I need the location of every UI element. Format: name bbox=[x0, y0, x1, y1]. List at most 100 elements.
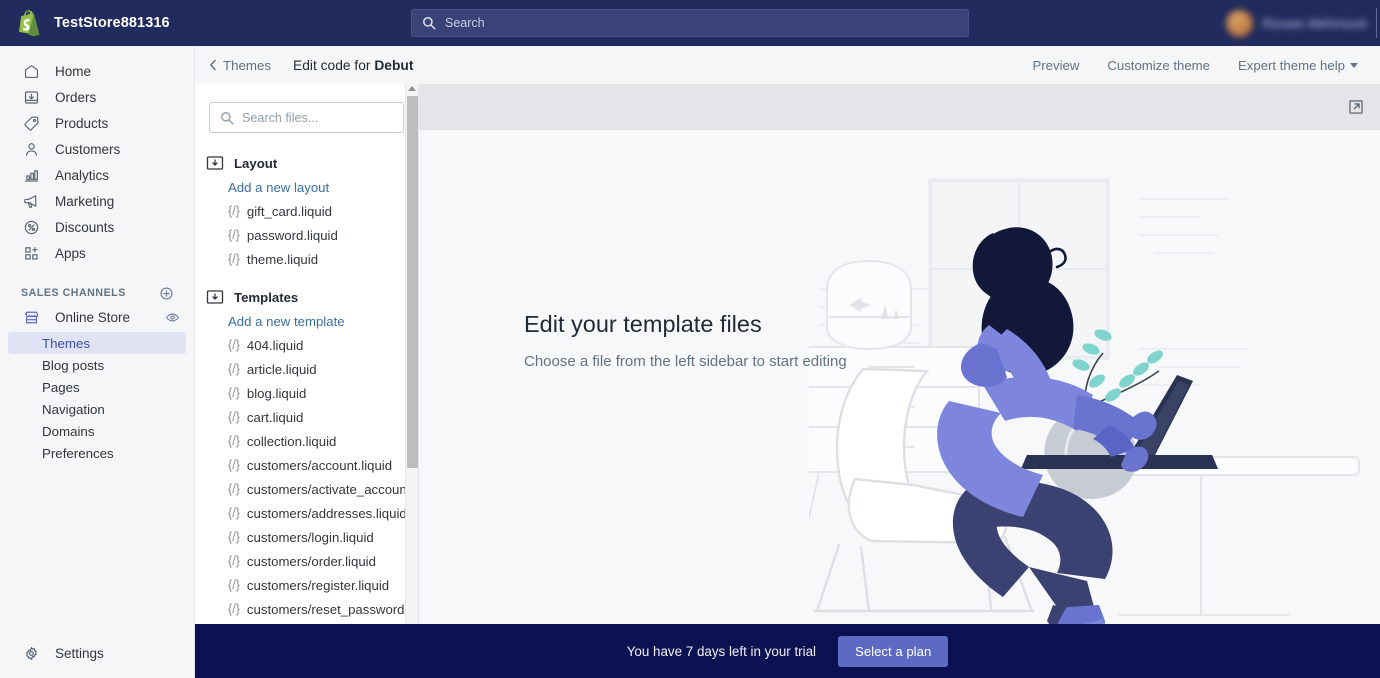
sidebar-item-settings[interactable]: Settings bbox=[8, 640, 187, 666]
sidebar-item-orders[interactable]: Orders bbox=[8, 84, 186, 110]
file-row[interactable]: {/} customers/account.liquid bbox=[195, 453, 418, 477]
file-name: customers/login.liquid bbox=[246, 529, 374, 545]
file-name: customers/addresses.liquid bbox=[246, 505, 407, 521]
folder-label: Layout bbox=[234, 155, 278, 171]
liquid-file-icon: {/} bbox=[228, 434, 240, 448]
add-new-template-link[interactable]: Add a new template bbox=[195, 309, 418, 333]
liquid-file-icon: {/} bbox=[228, 458, 240, 472]
search-placeholder: Search bbox=[445, 16, 485, 30]
customers-person-icon bbox=[21, 139, 41, 159]
chevron-down-icon bbox=[1350, 62, 1358, 68]
expand-external-icon[interactable] bbox=[1344, 95, 1368, 119]
folder-layout[interactable]: Layout bbox=[195, 151, 418, 175]
sales-channels-header: SALES CHANNELS bbox=[0, 282, 194, 304]
products-tag-icon bbox=[21, 113, 41, 133]
customize-theme-button[interactable]: Customize theme bbox=[1107, 58, 1210, 73]
liquid-file-icon: {/} bbox=[228, 386, 240, 400]
sidebar-item-products[interactable]: Products bbox=[8, 110, 186, 136]
file-row[interactable]: {/} collection.liquid bbox=[195, 429, 418, 453]
main-navigation: Home Orders Products Customers Analytics… bbox=[0, 46, 195, 678]
sidebar-item-themes[interactable]: Themes bbox=[8, 332, 186, 354]
expert-theme-help-menu[interactable]: Expert theme help bbox=[1238, 58, 1358, 73]
sidebar-item-label: Discounts bbox=[55, 219, 115, 235]
chevron-left-icon bbox=[208, 59, 218, 71]
scroll-up-arrow-icon[interactable] bbox=[408, 86, 416, 91]
preview-button[interactable]: Preview bbox=[1032, 58, 1079, 73]
sidebar-item-preferences[interactable]: Preferences bbox=[8, 442, 186, 464]
file-name: customers/activate_account.li bbox=[246, 481, 419, 497]
sidebar-item-domains[interactable]: Domains bbox=[8, 420, 186, 442]
file-row[interactable]: {/} customers/login.liquid bbox=[195, 525, 418, 549]
global-search[interactable]: Search bbox=[411, 9, 969, 37]
sidebar-item-home[interactable]: Home bbox=[8, 58, 186, 84]
file-row[interactable]: {/} blog.liquid bbox=[195, 381, 418, 405]
file-row[interactable]: {/} customers/register.liquid bbox=[195, 573, 418, 597]
sidebar-subitem-label: Blog posts bbox=[42, 357, 105, 373]
avatar bbox=[1225, 9, 1253, 37]
sidebar-item-discounts[interactable]: Discounts bbox=[8, 214, 186, 240]
profile-name: Rizwan Mehmood bbox=[1261, 15, 1366, 31]
sidebar-item-blog-posts[interactable]: Blog posts bbox=[8, 354, 186, 376]
analytics-bars-icon bbox=[21, 165, 41, 185]
search-icon bbox=[220, 111, 234, 125]
file-name: article.liquid bbox=[246, 361, 317, 377]
file-name: customers/account.liquid bbox=[246, 457, 393, 473]
folder-label: Templates bbox=[234, 289, 299, 305]
plus-circle-icon[interactable] bbox=[159, 286, 174, 301]
sidebar-subitem-label: Preferences bbox=[42, 445, 114, 461]
file-panel-scrollbar[interactable] bbox=[405, 84, 418, 624]
file-row[interactable]: {/} theme.liquid bbox=[195, 247, 418, 271]
trial-message: You have 7 days left in your trial bbox=[626, 643, 817, 659]
gear-icon bbox=[21, 643, 41, 663]
sidebar-item-navigation[interactable]: Navigation bbox=[8, 398, 186, 420]
search-input[interactable]: Search bbox=[411, 9, 969, 37]
breadcrumb-back-themes[interactable]: Themes bbox=[208, 58, 271, 73]
file-name: gift_card.liquid bbox=[246, 203, 332, 219]
sidebar-item-customers[interactable]: Customers bbox=[8, 136, 186, 162]
file-row[interactable]: {/} cart.liquid bbox=[195, 405, 418, 429]
sidebar-subitem-label: Themes bbox=[42, 335, 91, 351]
eye-icon[interactable] bbox=[165, 310, 180, 325]
sidebar-item-label: Apps bbox=[55, 245, 86, 261]
file-name: customers/register.liquid bbox=[246, 577, 390, 593]
apps-grid-plus-icon bbox=[21, 243, 41, 263]
top-bar: TestStore881316 Search Rizwan Mehmood bbox=[0, 0, 1380, 46]
sidebar-item-label: Settings bbox=[55, 645, 104, 661]
file-row[interactable]: {/} 404.liquid bbox=[195, 333, 418, 357]
liquid-file-icon: {/} bbox=[228, 338, 240, 352]
file-row[interactable]: {/} customers/activate_account.li bbox=[195, 477, 418, 501]
file-row[interactable]: {/} password.liquid bbox=[195, 223, 418, 247]
liquid-file-icon: {/} bbox=[228, 228, 240, 242]
file-search-placeholder: Search files... bbox=[242, 110, 319, 125]
topbar-divider bbox=[1376, 8, 1377, 38]
file-search-input[interactable]: Search files... bbox=[209, 102, 404, 133]
liquid-file-icon: {/} bbox=[228, 362, 240, 376]
scrollbar-thumb[interactable] bbox=[407, 96, 418, 468]
file-name: theme.liquid bbox=[246, 251, 319, 267]
home-icon bbox=[21, 61, 41, 81]
add-new-layout-link[interactable]: Add a new layout bbox=[195, 175, 418, 199]
file-row[interactable]: {/} gift_card.liquid bbox=[195, 199, 418, 223]
shopify-admin-window: TestStore881316 Search Rizwan Mehmood Ho… bbox=[0, 0, 1380, 678]
file-row[interactable]: {/} customers/addresses.liquid bbox=[195, 501, 418, 525]
file-tree-panel: Search files... Layout Add a new layout … bbox=[195, 84, 419, 624]
sidebar-item-pages[interactable]: Pages bbox=[8, 376, 186, 398]
store-brand[interactable]: TestStore881316 bbox=[0, 9, 195, 37]
file-row[interactable]: {/} customers/order.liquid bbox=[195, 549, 418, 573]
sidebar-item-marketing[interactable]: Marketing bbox=[8, 188, 186, 214]
file-name: collection.liquid bbox=[246, 433, 337, 449]
file-tree: Layout Add a new layout {/} gift_card.li… bbox=[195, 151, 418, 624]
sidebar-item-analytics[interactable]: Analytics bbox=[8, 162, 186, 188]
file-name: blog.liquid bbox=[246, 385, 307, 401]
sidebar-item-online-store[interactable]: Online Store bbox=[8, 304, 186, 330]
select-a-plan-button[interactable]: Select a plan bbox=[838, 635, 949, 667]
content-header: Themes Edit code for Debut Preview Custo… bbox=[195, 46, 1380, 84]
sidebar-item-apps[interactable]: Apps bbox=[8, 240, 186, 266]
file-row[interactable]: {/} customers/reset_password.liq bbox=[195, 597, 418, 621]
editor-toolbar bbox=[419, 84, 1380, 130]
folder-collapse-icon bbox=[206, 155, 224, 171]
folder-templates[interactable]: Templates bbox=[195, 285, 418, 309]
user-menu[interactable]: Rizwan Mehmood bbox=[1216, 0, 1380, 46]
sidebar-item-label: Orders bbox=[55, 89, 97, 105]
file-row[interactable]: {/} article.liquid bbox=[195, 357, 418, 381]
